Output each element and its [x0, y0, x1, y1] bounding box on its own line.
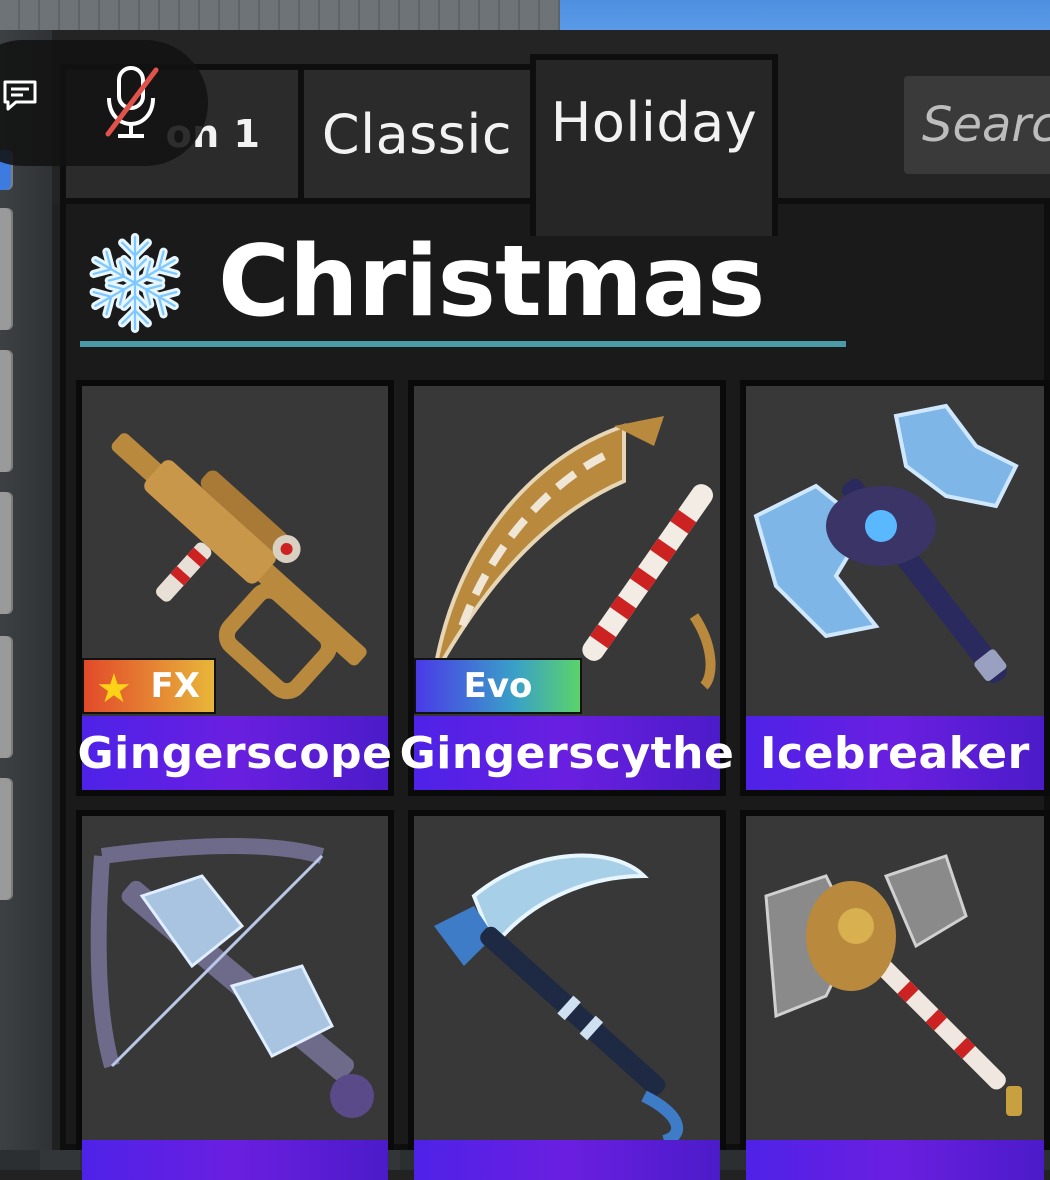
item-name: Icebreaker [746, 716, 1044, 790]
roof-background [0, 0, 600, 32]
mic-muted-icon[interactable] [100, 64, 162, 142]
item-card[interactable]: Icebreaker [740, 380, 1050, 796]
star-icon: ★ [96, 666, 132, 712]
search-input[interactable]: Searc [904, 76, 1050, 174]
tab-label: Classic [321, 102, 513, 166]
snowflake-icon [80, 233, 190, 338]
evo-badge: Evo [414, 658, 582, 714]
item-card[interactable]: Evo Gingerscythe [400, 380, 734, 796]
left-sidebar [0, 30, 52, 1150]
sidebar-button[interactable] [0, 492, 13, 614]
search-placeholder: Searc [922, 97, 1050, 153]
item-image-crossbow [82, 816, 388, 1146]
item-image-ice-scythe [414, 816, 720, 1146]
sidebar-button[interactable] [0, 208, 13, 330]
item-grid-container: Christmas ★ FX Gingerscope Evo Gingerscy… [60, 198, 1050, 1180]
tab-label: Holiday [550, 90, 758, 154]
tab-holiday[interactable]: Holiday [530, 54, 778, 236]
item-name [82, 1140, 388, 1180]
sky-background [560, 0, 1050, 32]
item-card[interactable] [408, 810, 726, 1180]
section-title: Christmas [218, 225, 765, 339]
sidebar-button[interactable] [0, 778, 13, 900]
item-card[interactable] [76, 810, 394, 1180]
item-name [746, 1140, 1044, 1180]
badge-label: FX [150, 666, 200, 706]
sidebar-button[interactable] [0, 350, 13, 472]
item-card[interactable] [740, 810, 1050, 1180]
section-underline [80, 341, 846, 347]
item-name: Gingerscythe [400, 716, 734, 790]
inventory-panel: on 1 Classic Holiday Searc Christmas ★ F… [52, 30, 1050, 1180]
fx-badge: ★ FX [82, 658, 216, 714]
item-card[interactable]: ★ FX Gingerscope [76, 380, 394, 796]
voice-chat-bar [0, 40, 208, 166]
section-header: Christmas [80, 222, 860, 342]
item-name: Gingerscope [78, 716, 392, 790]
item-image-ginger-axe [746, 816, 1044, 1146]
sidebar-button[interactable] [0, 636, 13, 758]
badge-label: Evo [463, 666, 533, 706]
chat-icon[interactable] [2, 78, 38, 114]
item-name [414, 1140, 720, 1180]
item-image-icebreaker [746, 386, 1044, 716]
